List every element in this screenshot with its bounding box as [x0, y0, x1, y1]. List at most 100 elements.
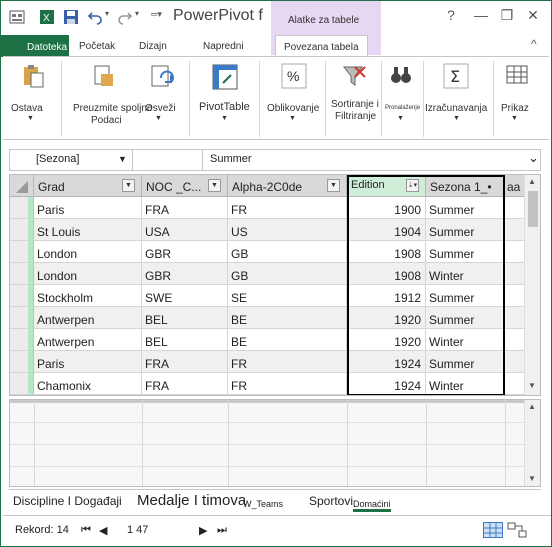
row-selector[interactable]	[10, 329, 34, 351]
cell-grad[interactable]: Antwerpen	[34, 307, 142, 329]
sheet-tab-teams[interactable]: W_Teams	[243, 499, 283, 509]
cell-grad[interactable]: Paris	[34, 351, 142, 373]
scroll-down-icon[interactable]: ▼	[528, 381, 536, 390]
cell-alpha[interactable]: US	[228, 219, 347, 241]
cell-noc[interactable]: BEL	[142, 329, 228, 351]
sheet-tab-discipline[interactable]: Discipline I Događaji	[13, 494, 122, 508]
cell-edition[interactable]: 1924	[347, 373, 426, 395]
calculation-area[interactable]: ▲ ▼	[9, 399, 541, 487]
help-button[interactable]: ?	[439, 5, 463, 25]
tab-design[interactable]: Dizajn	[139, 41, 167, 52]
row-selector[interactable]	[10, 263, 34, 285]
refresh-group[interactable]: Osveži ▼	[139, 57, 183, 139]
tab-home[interactable]: Početak	[79, 41, 115, 52]
row-selector[interactable]	[10, 285, 34, 307]
close-button[interactable]: ✕	[521, 5, 545, 25]
calculations-group[interactable]: Σ Izračunavanja ▼	[425, 57, 489, 139]
cell-noc[interactable]: SWE	[142, 285, 228, 307]
cell-edition[interactable]: 1904	[347, 219, 426, 241]
cell-noc[interactable]: FRA	[142, 351, 228, 373]
cell-noc[interactable]: GBR	[142, 241, 228, 263]
column-header-edition[interactable]: Edition ⇣▾	[347, 175, 426, 197]
cell-sezona[interactable]: Summer	[426, 307, 505, 329]
row-selector[interactable]	[10, 219, 34, 241]
cell-edition[interactable]: 1912	[347, 285, 426, 307]
cell-edition[interactable]: 1908	[347, 241, 426, 263]
cell-edition[interactable]: 1920	[347, 307, 426, 329]
cell-grad[interactable]: London	[34, 241, 142, 263]
sheet-tab-medalje[interactable]: Medalje I timova	[137, 492, 246, 509]
cell-noc[interactable]: BEL	[142, 307, 228, 329]
row-selector[interactable]	[10, 197, 34, 219]
cell-empty[interactable]	[505, 373, 526, 395]
cell-empty[interactable]	[505, 263, 526, 285]
diagram-view-icon[interactable]	[507, 522, 527, 538]
vertical-scrollbar[interactable]: ▲ ▼	[524, 175, 540, 395]
select-all-corner[interactable]	[10, 175, 34, 197]
row-selector[interactable]	[10, 351, 34, 373]
collapse-ribbon-button[interactable]: ^	[531, 37, 537, 51]
cell-edition[interactable]: 1920	[347, 329, 426, 351]
row-selector[interactable]	[10, 241, 34, 263]
tab-advanced[interactable]: Napredni	[203, 41, 244, 52]
cell-grad[interactable]: Antwerpen	[34, 329, 142, 351]
cell-sezona[interactable]: Winter	[426, 329, 505, 351]
cell-alpha[interactable]: FR	[228, 351, 347, 373]
view-group[interactable]: Prikaz ▼	[495, 57, 543, 139]
column-header-add[interactable]: aa 'a	[505, 175, 526, 197]
cell-empty[interactable]	[505, 351, 526, 373]
find-group[interactable]: Pronalaženje ▼	[383, 57, 421, 139]
cell-grad[interactable]: St Louis	[34, 219, 142, 241]
cell-sezona[interactable]: Summer	[426, 197, 505, 219]
column-header-noc[interactable]: NOC _C... ▼	[142, 175, 228, 197]
cell-alpha[interactable]: GB	[228, 263, 347, 285]
cell-sezona[interactable]: Summer	[426, 241, 505, 263]
sheet-tab-domacini[interactable]: Domaćini	[353, 499, 391, 512]
minimize-button[interactable]: —	[469, 5, 493, 25]
cell-edition[interactable]: 1908	[347, 263, 426, 285]
cell-alpha[interactable]: FR	[228, 197, 347, 219]
tab-linked-table[interactable]: Povezana tabela	[275, 35, 368, 57]
cell-sezona[interactable]: Winter	[426, 263, 505, 285]
first-record-button[interactable]: ⏮	[81, 524, 91, 537]
pivottable-group[interactable]: PivotTable ▼	[195, 57, 255, 139]
cell-sezona[interactable]: Summer	[426, 351, 505, 373]
column-sort-filter-icon[interactable]: ⇣▾	[406, 179, 419, 192]
customize-qat-icon[interactable]: ═▾	[151, 9, 167, 25]
scroll-up-icon[interactable]: ▲	[528, 177, 536, 186]
previous-record-button[interactable]: ◀	[99, 524, 107, 537]
cell-grad[interactable]: Paris	[34, 197, 142, 219]
cell-empty[interactable]	[505, 197, 526, 219]
cell-noc[interactable]: FRA	[142, 373, 228, 395]
calc-scrollbar[interactable]: ▲ ▼	[524, 400, 540, 486]
cell-noc[interactable]: USA	[142, 219, 228, 241]
cell-alpha[interactable]: SE	[228, 285, 347, 307]
calc-scroll-down-icon[interactable]: ▼	[528, 474, 536, 483]
row-selector[interactable]	[10, 307, 34, 329]
cell-empty[interactable]	[505, 285, 526, 307]
cell-empty[interactable]	[505, 307, 526, 329]
column-header-grad[interactable]: Grad ▼	[34, 175, 142, 197]
excel-icon[interactable]: X	[39, 9, 55, 25]
cell-alpha[interactable]: BE	[228, 307, 347, 329]
restore-button[interactable]: ❐	[495, 5, 519, 25]
cell-alpha[interactable]: BE	[228, 329, 347, 351]
cell-empty[interactable]	[505, 241, 526, 263]
expand-formula-icon[interactable]: ⌄	[528, 150, 539, 166]
cell-noc[interactable]: FRA	[142, 197, 228, 219]
cell-edition[interactable]: 1924	[347, 351, 426, 373]
field-selector[interactable]: [Sezona]	[36, 153, 79, 165]
formatting-group[interactable]: % Oblikovanje ▼	[265, 57, 321, 139]
tab-file[interactable]: Datoteka	[1, 35, 69, 57]
column-filter-icon[interactable]: ▼	[327, 179, 340, 192]
next-record-button[interactable]: ▶	[199, 524, 207, 537]
clipboard-group[interactable]: Ostava ▼	[11, 57, 55, 139]
undo-icon[interactable]	[87, 9, 103, 25]
sheet-tab-sportovi[interactable]: Sportovi	[309, 494, 353, 508]
save-icon[interactable]	[63, 9, 79, 25]
column-header-alpha[interactable]: Alpha-2C0de ▼	[228, 175, 347, 197]
redo-dropdown-icon[interactable]: ▾	[135, 9, 151, 25]
cell-empty[interactable]	[505, 219, 526, 241]
cell-grad[interactable]: London	[34, 263, 142, 285]
cell-alpha[interactable]: FR	[228, 373, 347, 395]
